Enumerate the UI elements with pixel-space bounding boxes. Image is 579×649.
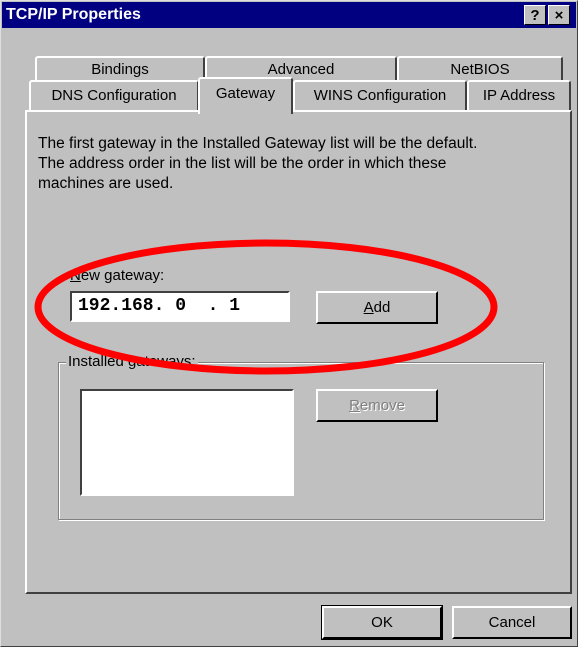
new-gateway-mnemonic: N <box>70 267 81 284</box>
installed-gateways-label: Installed gateways: <box>66 353 198 370</box>
title-bar[interactable]: TCP/IP Properties ? × <box>2 2 576 28</box>
window-title: TCP/IP Properties <box>6 6 141 23</box>
add-button-label: dd <box>373 299 391 316</box>
installed-gateways-list[interactable] <box>80 389 294 496</box>
remove-button-label: emove <box>359 397 405 414</box>
help-button[interactable]: ? <box>524 5 546 25</box>
description-line: The first gateway in the Installed Gatew… <box>38 135 478 152</box>
ok-button[interactable]: OK <box>321 605 443 640</box>
add-button-mnemonic: A <box>363 299 374 316</box>
new-gateway-label-text: ew gateway: <box>80 267 165 284</box>
tab-gateway[interactable]: Gateway <box>198 77 293 114</box>
gateway-description: The first gateway in the Installed Gatew… <box>38 134 558 194</box>
cancel-button[interactable]: Cancel <box>452 606 572 639</box>
add-button[interactable]: Add <box>316 291 438 324</box>
remove-button[interactable]: Remove <box>316 389 438 422</box>
remove-button-mnemonic: R <box>349 397 360 414</box>
close-button[interactable]: × <box>548 5 570 25</box>
tab-ip-address[interactable]: IP Address <box>467 80 571 110</box>
description-line: The address order in the list will be th… <box>38 155 447 172</box>
description-line: machines are used. <box>38 175 174 192</box>
tab-dns-configuration[interactable]: DNS Configuration <box>29 80 199 110</box>
tcpip-properties-dialog: TCP/IP Properties ? × Bindings Advanced … <box>0 0 578 647</box>
tab-wins-configuration[interactable]: WINS Configuration <box>293 80 467 110</box>
new-gateway-label: New gateway: <box>70 267 164 284</box>
new-gateway-ip-input[interactable]: 192.168. 0 . 1 <box>70 291 290 322</box>
